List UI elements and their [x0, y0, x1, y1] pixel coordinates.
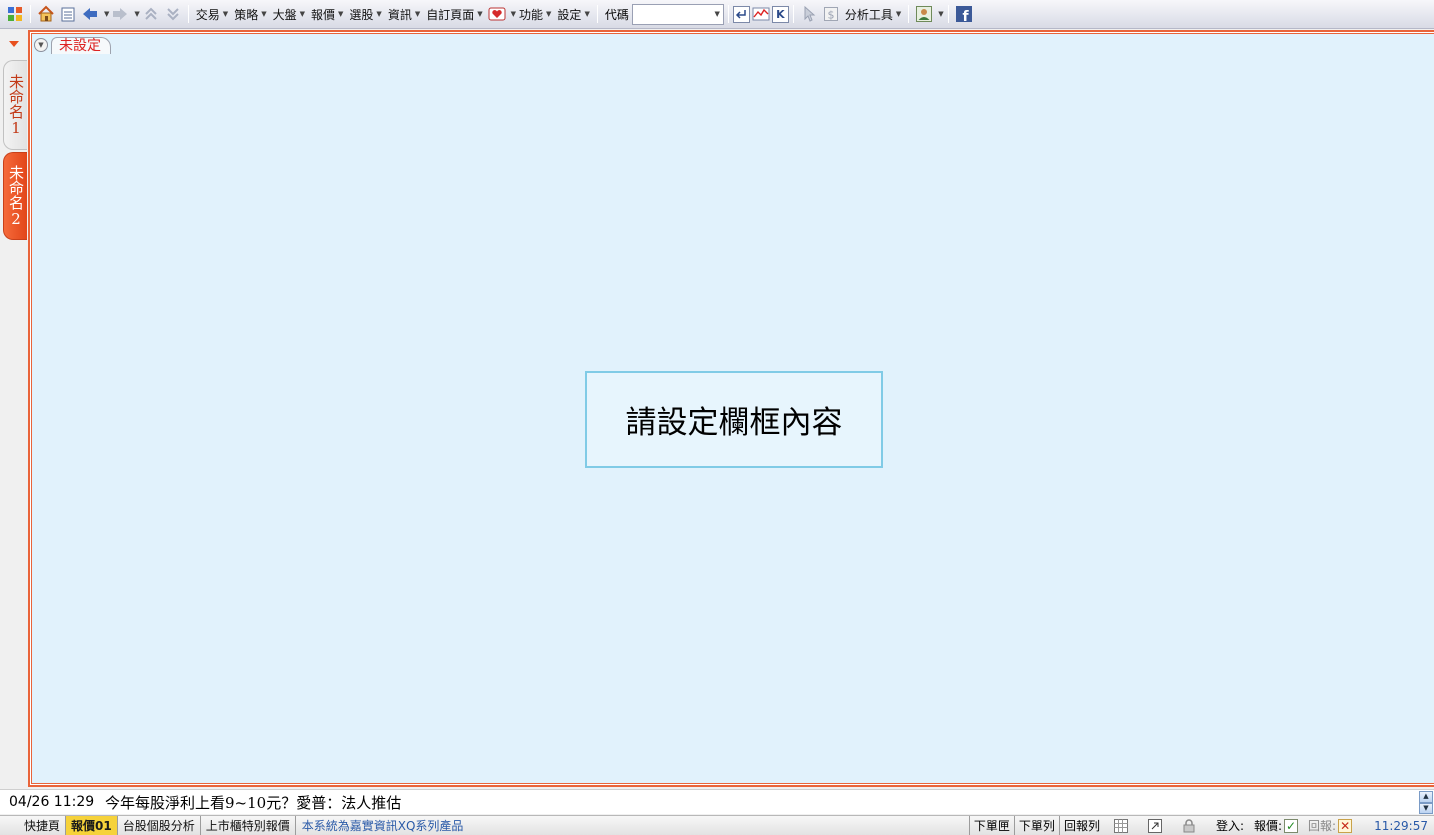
quote-status-label: 報價:	[1254, 819, 1283, 833]
menu-custom-page[interactable]: 自訂頁面 ▼	[423, 3, 485, 25]
chevron-down-icon: ▼	[414, 10, 421, 18]
clock-time: 11:29:57	[1374, 818, 1428, 833]
lock-icon[interactable]	[1180, 817, 1198, 834]
windows-grid-icon[interactable]	[5, 4, 25, 24]
panel-tab-row: ▼ 未設定	[34, 36, 111, 54]
menu-analysis-tools[interactable]: 分析工具 ▼	[842, 3, 904, 25]
page-tabs-sidebar: 未命名1 未命名2	[0, 30, 28, 787]
quote-connected-check-icon: ✓	[1284, 818, 1299, 833]
toolbar-separator	[792, 5, 794, 23]
favorites-heart-icon[interactable]	[487, 4, 507, 24]
chevron-down-icon: ▼	[299, 10, 305, 18]
main-toolbar: ▼ ▼ 交易 ▼ 策略 ▼ 大盤 ▼ 報價 ▼ 選股 ▼ 資訊 ▼ 自訂頁面 ▼ ▼ 功能 ▼ …	[0, 0, 1434, 29]
menu-quote-label: 報價	[311, 7, 336, 22]
menu-function[interactable]: 功能 ▼	[516, 3, 554, 25]
svg-text:$: $	[827, 9, 834, 22]
workspace-panel: ▼ 未設定 請設定欄框內容	[31, 33, 1434, 784]
menu-market[interactable]: 大盤 ▼	[270, 3, 308, 25]
code-label: 代碼	[604, 7, 629, 22]
news-timestamp: 04/26 11:29	[9, 794, 95, 810]
menu-strategy-label: 策略	[234, 7, 259, 22]
panel-options-chevron-down-icon[interactable]: ▼	[34, 38, 48, 52]
page-tab-unnamed-2[interactable]: 未命名2	[3, 152, 27, 240]
menu-quote[interactable]: 報價 ▼	[308, 3, 346, 25]
calculator-grid-icon[interactable]	[1112, 817, 1130, 834]
k-chart-label: K	[776, 7, 785, 21]
set-panel-content-button[interactable]: 請設定欄框內容	[585, 371, 883, 468]
toolbar-separator	[947, 5, 949, 23]
toolbar-separator	[908, 5, 910, 23]
chevron-down-icon: ▼	[261, 10, 267, 18]
news-scroll-down-icon[interactable]: ▼	[1419, 802, 1433, 814]
back-arrow-icon[interactable]	[80, 4, 100, 24]
chevron-down-icon: ▼	[895, 10, 902, 18]
back-dropdown-caret-icon[interactable]: ▼	[104, 10, 109, 18]
menu-stock-picking-label: 選股	[349, 7, 374, 22]
chevron-down-icon: ▼	[376, 10, 382, 18]
news-scroll-up-icon[interactable]: ▲	[1419, 791, 1433, 803]
panel-tab-unset[interactable]: 未設定	[51, 36, 111, 54]
page-list-dropdown-icon[interactable]	[9, 41, 19, 47]
bottom-tab-quick-page[interactable]: 快捷頁	[0, 816, 67, 835]
facebook-icon[interactable]: f	[954, 4, 974, 24]
menu-settings-label: 設定	[557, 7, 582, 22]
scroll-up-double-chevron-icon[interactable]	[141, 4, 161, 24]
report-status-label: 回報:	[1308, 819, 1337, 833]
chevron-down-icon: ▼	[584, 10, 590, 18]
login-status-label: 登入:	[1215, 819, 1244, 833]
toolbar-separator	[727, 5, 729, 23]
menu-trade[interactable]: 交易 ▼	[193, 3, 231, 25]
news-headline-link[interactable]: 今年每股淨利上看9~10元？愛普：法人推估	[105, 792, 401, 813]
order-bar-button[interactable]: 下單列	[1013, 816, 1059, 835]
news-ticker: 04/26 11:29 今年每股淨利上看9~10元？愛普：法人推估 ▲ ▼	[0, 789, 1434, 814]
bottom-tab-stock-analysis[interactable]: 台股個股分析	[118, 816, 201, 835]
toolbar-separator	[187, 5, 189, 23]
dollar-icon[interactable]: $	[821, 4, 841, 24]
menu-strategy[interactable]: 策略 ▼	[231, 3, 269, 25]
scroll-down-double-chevron-icon[interactable]	[163, 4, 183, 24]
line-chart-icon[interactable]	[751, 4, 771, 24]
user-account-icon[interactable]	[914, 4, 934, 24]
chevron-down-icon: ▼	[222, 10, 229, 18]
report-bar-button[interactable]: 回報列	[1058, 816, 1104, 835]
popout-window-icon[interactable]	[1146, 817, 1164, 834]
chevron-down-icon: ▼	[546, 10, 552, 18]
forward-arrow-icon[interactable]	[110, 4, 130, 24]
k-chart-button[interactable]: K	[771, 5, 789, 23]
forward-dropdown-caret-icon[interactable]: ▼	[134, 10, 139, 18]
toolbar-separator	[30, 5, 31, 23]
menu-function-label: 功能	[519, 7, 544, 22]
code-input[interactable]: ▼	[631, 3, 724, 25]
news-scroll-buttons: ▲ ▼	[1419, 791, 1433, 814]
menu-stock-picking[interactable]: 選股 ▼	[346, 3, 384, 25]
menu-custom-page-label: 自訂頁面	[426, 7, 475, 22]
bottom-tab-special-quote[interactable]: 上市櫃特別報價	[201, 816, 296, 835]
chevron-down-icon: ▼	[477, 10, 483, 18]
report-disconnected-x-icon: ✕	[1338, 818, 1353, 833]
svg-text:f: f	[962, 9, 969, 22]
toolbar-separator	[596, 5, 598, 23]
status-bar: 快捷頁 報價01 台股個股分析 上市櫃特別報價 本系統為嘉實資訊XQ系列產品 下…	[0, 815, 1434, 835]
menu-settings[interactable]: 設定 ▼	[554, 3, 592, 25]
menu-info[interactable]: 資訊 ▼	[385, 3, 423, 25]
chevron-down-icon: ▼	[714, 10, 720, 18]
enter-return-icon[interactable]	[732, 5, 750, 23]
order-box-button[interactable]: 下單匣	[968, 816, 1014, 835]
user-dropdown-caret-icon[interactable]: ▼	[938, 10, 943, 18]
menu-info-label: 資訊	[387, 7, 412, 22]
home-icon[interactable]	[36, 4, 56, 24]
document-list-icon[interactable]	[58, 4, 78, 24]
workspace-frame: ▼ 未設定 請設定欄框內容	[28, 30, 1434, 787]
chevron-down-icon: ▼	[338, 10, 344, 18]
product-notice: 本系統為嘉實資訊XQ系列產品	[301, 819, 464, 833]
menu-trade-label: 交易	[195, 7, 220, 22]
status-bar-right: 下單匣 下單列 回報列 登入: 報價: ✓ 回報: ✕ 11:29:57	[968, 816, 1434, 835]
menu-market-label: 大盤	[272, 7, 297, 22]
pointer-cursor-icon[interactable]	[799, 4, 819, 24]
bottom-tab-quote-01[interactable]: 報價01	[66, 816, 118, 835]
menu-analysis-tools-label: 分析工具	[844, 7, 893, 22]
page-tab-unnamed-1[interactable]: 未命名1	[3, 60, 27, 150]
